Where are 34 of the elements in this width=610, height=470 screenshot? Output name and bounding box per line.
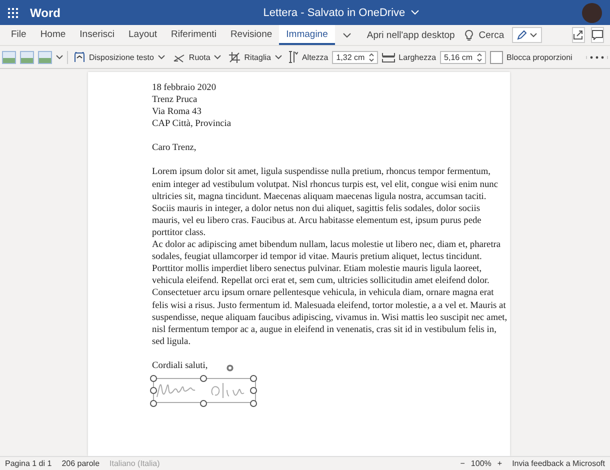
body-paragraph: Consectetuer arcu ipsum ornare pellentesque vehicula, in vehicula diam, ornare magna erat felis wisi a risus. Justo fermentum id. Malesuada eleifend, tortor molestie, a a vel et. Mauris at suspendisse, neque aliquam faucibus adipiscing, vivamus in. Wisi mattis leo suscipit nec amet, nisl fermentum tempor ac a, augue in eleifend in venenatis, cras sit id in vestibulum felis in, sed ligula. [152, 287, 508, 348]
toolbar-dropdown[interactable]: Ritaglia [227, 52, 284, 62]
size-field[interactable]: 5,16 cm [440, 50, 486, 64]
toolbar-dropdown[interactable]: Disposizione testo [72, 52, 167, 62]
ribbon-tab[interactable]: Riferimenti [164, 25, 224, 45]
greeting-text: Caro Trenz, [152, 142, 198, 154]
ribbon-tab[interactable]: Home [33, 25, 73, 45]
field-label: Altezza [302, 52, 328, 62]
body-paragraph: Ac dolor ac adipiscing amet bibendum nullam, lacus molestie ut libero nec, diam et, pharetra sodales, feugiat ullamcorper id tempor id vitae. Mauris pretium aliquet, lectus tincidunt. Porttitor mollis imperdiet libero senectus pulvinar. Etiam molestie mauris ligula laoreet, vehicula eleifend. Repellat orci erat et, sem cum, ultricies sollicitudin amet eleifend dolor. [152, 239, 502, 288]
toolbar-dropdown[interactable]: Ruota [170, 52, 224, 62]
checkbox-label[interactable]: Blocca proporzioni [506, 52, 572, 62]
ribbon-tab[interactable]: File [4, 25, 34, 45]
field-label: Larghezza [398, 52, 436, 62]
search-button[interactable]: Cerca [478, 30, 504, 40]
zoom-level[interactable]: 100% [470, 459, 492, 468]
app-name: Word [30, 6, 60, 20]
zoom-in-button[interactable]: + [497, 459, 502, 468]
feedback-link[interactable]: Invia feedback a Microsoft [512, 459, 605, 468]
body-paragraph: Lorem ipsum dolor sit amet, ligula suspendisse nulla pretium, rhoncus tempor fermentum, enim integer ad vestibulum volutpat. Nisl rhoncus turpis est, vel elit, congue wisi enim nunc ultricies sit, magna tincidunt. Maecenas aliquam maecenas ligula nostra, accumsan taciti. Sociis mauris in integer, a dolor netus non dui aliquet, sagittis felis sodales, dolor sociis mauris, vel eu libero cras. Faucibus at. Arcu habitasse elementum est, ipsum purus pede porttitor class. [152, 166, 500, 240]
size-field[interactable]: 1,32 cm [332, 50, 378, 64]
page-count: Pagina 1 di 1 [5, 459, 52, 468]
zoom-out-button[interactable]: − [460, 459, 465, 468]
open-desktop-link[interactable]: Apri nell'app desktop [366, 30, 455, 40]
address-line: CAP Città, Provincia [152, 118, 232, 130]
ribbon-tab[interactable]: Revisione [223, 25, 280, 45]
closing-text: Cordiali saluti, [152, 360, 208, 372]
address-line: 18 febbraio 2020 [152, 82, 218, 94]
ribbon-tab[interactable]: Immagine [279, 25, 335, 45]
address-line: Trenz Pruca [152, 94, 198, 106]
document-title[interactable]: Lettera - Salvato in OneDrive [263, 6, 406, 18]
ribbon-tab[interactable]: Layout [122, 25, 164, 45]
ribbon-tab[interactable]: Inserisci [72, 25, 122, 45]
address-line: Via Roma 43 [152, 106, 202, 118]
word-count: 206 parole [62, 459, 100, 468]
